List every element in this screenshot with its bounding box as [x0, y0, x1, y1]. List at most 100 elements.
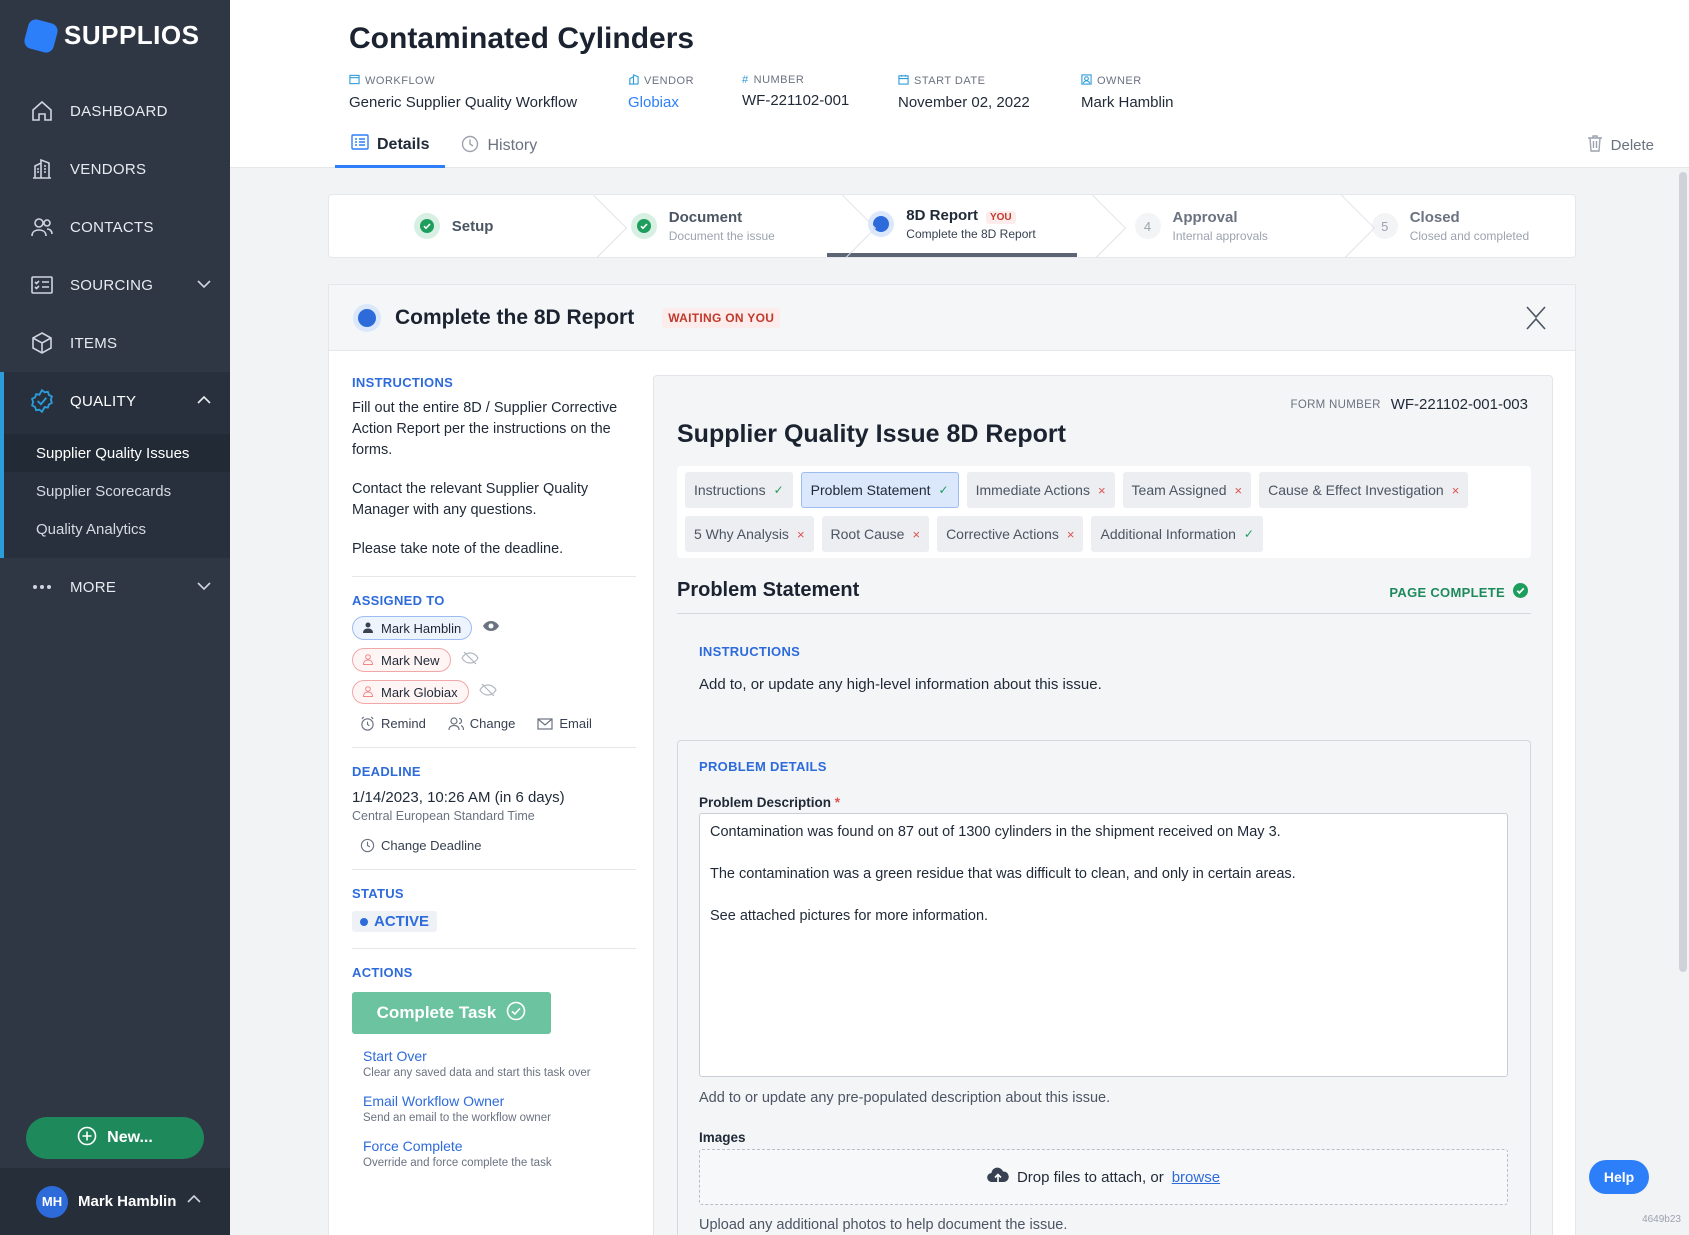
badge-check-icon — [28, 387, 56, 415]
deadline-timezone: Central European Standard Time — [352, 809, 535, 823]
section-label: PROBLEM DETAILS — [699, 759, 827, 774]
user-name: Mark Hamblin — [78, 1193, 177, 1210]
x-icon: × — [912, 526, 921, 542]
task-panel: Complete the 8D Report WAITING ON YOU IN… — [328, 284, 1576, 1235]
problem-description-textarea[interactable]: Contamination was found on 87 out of 130… — [699, 813, 1508, 1077]
nav-label: SOURCING — [70, 276, 154, 294]
nav-sourcing[interactable]: SOURCING — [0, 256, 230, 314]
delete-button[interactable]: Delete — [1587, 134, 1654, 156]
collapse-icon[interactable] — [1525, 305, 1547, 336]
assignee-chip[interactable]: Mark Globiax — [352, 680, 469, 704]
status-value: ACTIVE — [374, 913, 430, 930]
complete-task-label: Complete Task — [376, 1003, 497, 1022]
page-chip-team-assigned[interactable]: Team Assigned × — [1122, 472, 1252, 508]
start-over-link[interactable]: Start Over Clear any saved data and star… — [352, 1048, 636, 1079]
page-chip-instructions[interactable]: Instructions ✓ — [685, 472, 793, 508]
eye-off-icon[interactable] — [460, 651, 479, 670]
field-label: Problem Description — [699, 795, 832, 810]
change-button[interactable]: Change — [448, 716, 516, 731]
assignee-chip[interactable]: Mark Hamblin — [352, 616, 473, 640]
step-setup[interactable]: Setup — [329, 195, 578, 257]
trash-icon — [1587, 134, 1603, 156]
x-icon: × — [1451, 482, 1460, 498]
subnav-quality-analytics[interactable]: Quality Analytics — [4, 510, 230, 548]
browse-link[interactable]: browse — [1172, 1169, 1220, 1186]
workflow-icon — [349, 74, 360, 88]
description-line: Contamination was found on 87 out of 130… — [710, 824, 1281, 840]
mail-icon — [537, 717, 553, 730]
delete-label: Delete — [1610, 136, 1654, 154]
page-chip-label: Root Cause — [830, 526, 905, 542]
subnav-supplier-scorecards[interactable]: Supplier Scorecards — [4, 472, 230, 510]
page-chip-root-cause[interactable]: Root Cause × — [821, 516, 930, 552]
step-closed[interactable]: 5 Closed Closed and completed — [1326, 195, 1575, 257]
status-badge: ACTIVE — [352, 911, 438, 932]
new-button[interactable]: New... — [26, 1117, 204, 1159]
page-chip-label: Immediate Actions — [975, 482, 1090, 498]
description-line: See attached pictures for more informati… — [710, 908, 989, 924]
instruction-text: Please take note of the deadline. — [352, 541, 564, 557]
tab-label: History — [487, 137, 538, 154]
page-chip-label: 5 Why Analysis — [694, 526, 789, 542]
tab-details[interactable]: Details — [335, 124, 446, 168]
nav-items[interactable]: ITEMS — [0, 314, 230, 372]
chevron-down-icon[interactable] — [196, 578, 212, 598]
page-chip-corrective-actions[interactable]: Corrective Actions × — [937, 516, 1084, 552]
assignee-name: Mark Hamblin — [381, 620, 462, 636]
page-chip-cause-effect[interactable]: Cause & Effect Investigation × — [1259, 472, 1469, 508]
step-approval[interactable]: 4 Approval Internal approvals — [1077, 195, 1326, 257]
page-chip-additional-info[interactable]: Additional Information ✓ — [1091, 516, 1263, 552]
sidebar: SUPPLIOS DASHBOARD VENDORS CONTACTS SOUR… — [0, 0, 230, 1235]
force-complete-link[interactable]: Force Complete Override and force comple… — [352, 1138, 636, 1169]
dropzone-text: Drop files to attach, or — [1016, 1168, 1164, 1186]
chevron-down-icon[interactable] — [196, 276, 212, 296]
page-chip-label: Problem Statement — [810, 482, 931, 498]
eye-off-icon[interactable] — [478, 683, 497, 702]
nav-label: QUALITY — [70, 392, 137, 410]
user-menu[interactable]: MH Mark Hamblin — [0, 1168, 230, 1235]
users-icon — [448, 716, 464, 731]
nav-contacts[interactable]: CONTACTS — [0, 198, 230, 256]
complete-task-button[interactable]: Complete Task — [352, 992, 551, 1034]
vendor-link[interactable]: Globiax — [628, 94, 694, 111]
chevron-up-icon[interactable] — [196, 392, 212, 412]
tab-label: Details — [377, 135, 430, 153]
avatar: MH — [36, 1185, 68, 1218]
step-8d-report[interactable]: 8D Report YOU Complete the 8D Report — [827, 195, 1077, 257]
email-button[interactable]: Email — [537, 716, 592, 731]
tab-history[interactable]: History — [445, 124, 553, 168]
step-document[interactable]: Document Document the issue — [578, 195, 827, 257]
scrollbar[interactable] — [1679, 172, 1687, 972]
check-circle-icon — [1513, 583, 1528, 601]
section-label: ACTIONS — [352, 965, 413, 980]
divider — [352, 948, 636, 949]
page-chip-problem-statement[interactable]: Problem Statement ✓ — [800, 472, 959, 508]
page-chip-5-why[interactable]: 5 Why Analysis × — [685, 516, 814, 552]
nav-label: VENDORS — [70, 160, 147, 178]
assignee-actions: Remind Change Email — [352, 716, 636, 731]
meta-label: START DATE — [914, 75, 986, 87]
remind-button[interactable]: Remind — [360, 716, 426, 731]
home-icon — [28, 97, 56, 125]
divider — [352, 747, 636, 748]
nav-quality[interactable]: QUALITY — [0, 372, 230, 430]
app-logo[interactable]: SUPPLIOS — [22, 17, 199, 54]
list-icon — [351, 134, 369, 155]
change-deadline-button[interactable]: Change Deadline — [360, 838, 481, 853]
image-dropzone[interactable]: Drop files to attach, or browse — [699, 1149, 1508, 1205]
step-name: Setup — [451, 217, 494, 235]
page-chip-label: Instructions — [694, 482, 766, 498]
assignee-chip[interactable]: Mark New — [352, 648, 451, 672]
main-nav: DASHBOARD VENDORS CONTACTS SOURCING ITEM… — [0, 82, 230, 616]
check-icon: ✓ — [773, 483, 784, 497]
page-chip-immediate-actions[interactable]: Immediate Actions × — [966, 472, 1115, 508]
subnav-supplier-quality-issues[interactable]: Supplier Quality Issues — [4, 434, 230, 472]
nav-vendors[interactable]: VENDORS — [0, 140, 230, 198]
nav-dashboard[interactable]: DASHBOARD — [0, 82, 230, 140]
help-button[interactable]: Help — [1589, 1160, 1649, 1194]
change-label: Change — [469, 716, 516, 731]
page-title: Contaminated Cylinders — [349, 22, 695, 55]
email-owner-link[interactable]: Email Workflow Owner Send an email to th… — [352, 1093, 636, 1124]
eye-icon[interactable] — [482, 619, 500, 637]
nav-more[interactable]: MORE — [0, 558, 230, 616]
